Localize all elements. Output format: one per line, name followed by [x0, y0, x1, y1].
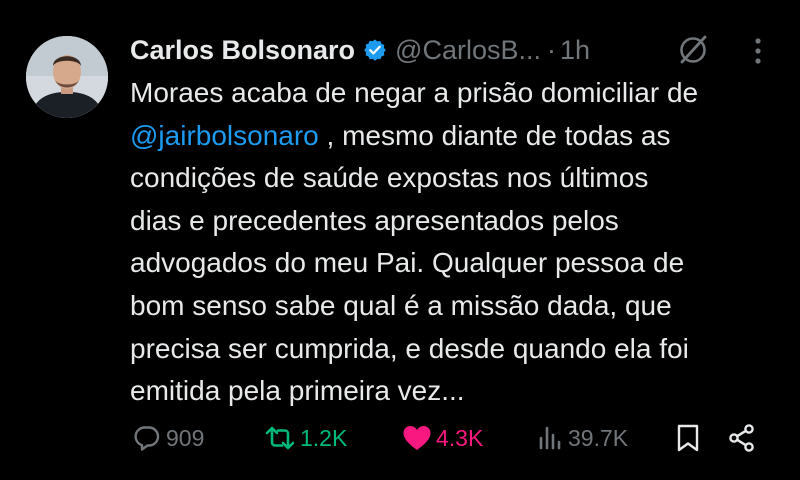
tweet-text-line: condições de saúde expostas nos últimos [130, 157, 790, 200]
tweet-text: Moraes acaba de negar a prisão domicilia… [130, 72, 790, 413]
share-button[interactable] [727, 418, 757, 458]
tweet-timestamp[interactable]: 1h [560, 35, 590, 66]
like-button[interactable]: 4.3K [402, 418, 483, 458]
mention-link[interactable]: @jairbolsonaro [130, 120, 319, 151]
tweet-actions: 909 1.2K 4.3K 39.7K [130, 418, 770, 458]
text-segment: advogados do meu Pai. Qualquer pessoa de [130, 247, 685, 279]
text-segment: Moraes acaba de negar a prisão domicilia… [130, 77, 699, 108]
tweet-header: Carlos Bolsonaro @CarlosB... · 1h [130, 30, 780, 70]
author-handle[interactable]: @CarlosB... [395, 35, 541, 66]
avatar[interactable] [26, 36, 108, 118]
text-segment: bom senso sabe qual é a missão dada, que [130, 289, 672, 321]
text-segment: condições de saúde expostas nos últimos [130, 162, 649, 194]
grok-icon[interactable] [675, 32, 711, 68]
tweet-text-line: emitida pela primeira vez... [130, 370, 790, 413]
tweet-text-line: Moraes acaba de negar a prisão domicilia… [130, 72, 790, 115]
more-options-icon[interactable] [750, 36, 766, 66]
author-display-name[interactable]: Carlos Bolsonaro [130, 35, 355, 66]
header-separator: · [547, 34, 556, 65]
reply-count: 909 [166, 424, 205, 451]
repost-button[interactable]: 1.2K [264, 418, 347, 458]
tweet-text-line: bom senso sabe qual é a missão dada, que [130, 285, 790, 328]
repost-icon [265, 426, 295, 450]
views-button[interactable]: 39.7K [536, 418, 628, 458]
tweet[interactable]: Carlos Bolsonaro @CarlosB... · 1h Moraes [0, 0, 800, 480]
reply-icon [134, 426, 160, 451]
reply-button[interactable]: 909 [132, 418, 204, 458]
repost-count: 1.2K [300, 424, 348, 451]
heart-icon [403, 426, 431, 450]
like-count: 4.3K [436, 424, 484, 451]
views-count: 39.7K [568, 424, 629, 451]
views-icon [539, 426, 561, 450]
text-segment: emitida pela primeira vez... [130, 375, 465, 407]
text-segment: dias e precedentes apresentados pelos [130, 204, 619, 236]
tweet-text-line: dias e precedentes apresentados pelos [130, 200, 790, 243]
share-icon [729, 424, 754, 452]
tweet-text-line: @jairbolsonaro , mesmo diante de todas a… [130, 115, 790, 158]
bookmark-icon [677, 424, 699, 452]
verified-badge-icon[interactable] [363, 38, 387, 62]
tweet-text-line: precisa ser cumprida, e desde quando ela… [130, 328, 790, 371]
text-segment: precisa ser cumprida, e desde quando ela… [130, 332, 689, 364]
tweet-text-line: advogados do meu Pai. Qualquer pessoa de [130, 242, 790, 285]
bookmark-button[interactable] [675, 418, 701, 458]
text-segment: , mesmo diante de todas as [318, 119, 671, 151]
